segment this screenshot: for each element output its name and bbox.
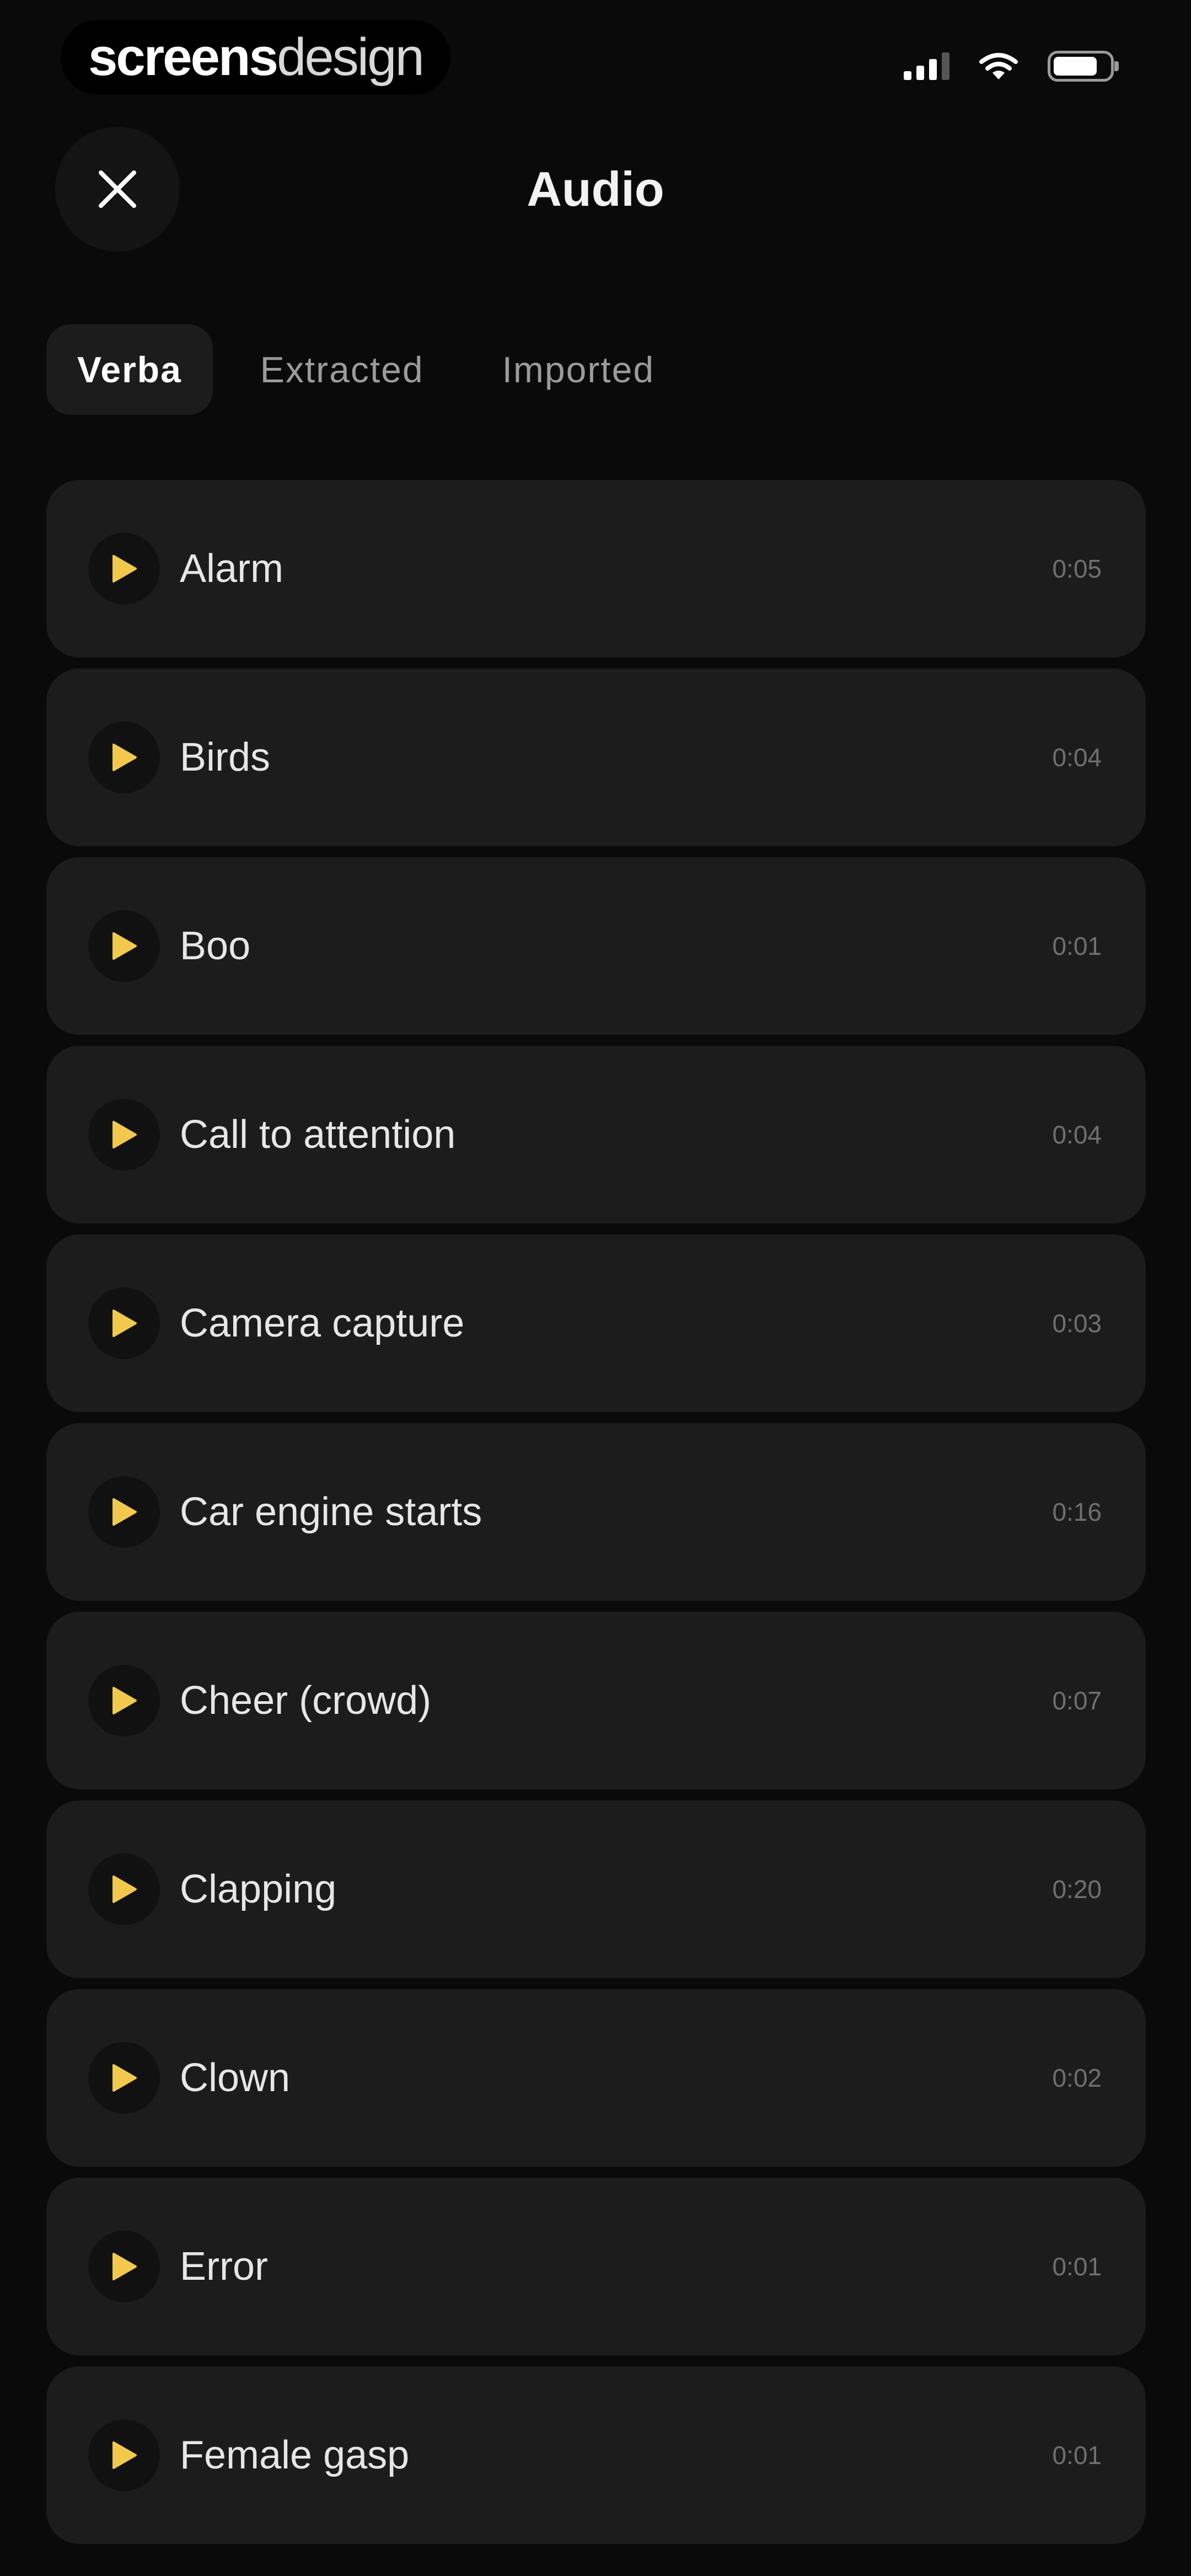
brand-logo: screens design: [61, 20, 450, 95]
brand-logo-light: design: [276, 28, 425, 87]
play-icon: [112, 1498, 137, 1526]
audio-item-name: Clown: [180, 2056, 291, 2100]
tab-imported[interactable]: Imported: [471, 324, 685, 415]
audio-item-name: Car engine starts: [180, 1490, 482, 1534]
audio-item-cheer-crowd[interactable]: Cheer (crowd) 0:07: [46, 1612, 1146, 1789]
audio-item-camera-capture[interactable]: Camera capture 0:03: [46, 1234, 1146, 1412]
audio-item-duration: 0:07: [1052, 1686, 1102, 1715]
play-icon: [112, 744, 137, 771]
wifi-icon: [979, 53, 1018, 79]
audio-item-duration: 0:02: [1052, 2064, 1102, 2092]
audio-item-duration: 0:01: [1052, 2441, 1102, 2470]
play-button[interactable]: [88, 722, 160, 793]
tab-extracted[interactable]: Extracted: [229, 324, 455, 415]
play-icon: [112, 1121, 137, 1148]
play-button[interactable]: [88, 1287, 160, 1359]
audio-item-name: Clapping: [180, 1867, 337, 1911]
play-button[interactable]: [88, 2231, 160, 2302]
play-button[interactable]: [88, 1476, 160, 1548]
play-icon: [112, 1310, 137, 1337]
cellular-signal-icon: [904, 52, 949, 80]
audio-item-name: Cheer (crowd): [180, 1679, 432, 1723]
audio-item-duration: 0:04: [1052, 743, 1102, 772]
audio-item-car-engine-starts[interactable]: Car engine starts 0:16: [46, 1423, 1146, 1601]
play-button[interactable]: [88, 533, 160, 605]
audio-item-birds[interactable]: Birds 0:04: [46, 669, 1146, 846]
audio-item-duration: 0:16: [1052, 1498, 1102, 1526]
play-icon: [112, 932, 137, 960]
status-bar: screens design: [0, 0, 1191, 116]
brand-logo-bold: screens: [88, 28, 278, 87]
page-title: Audio: [527, 162, 664, 216]
audio-item-duration: 0:03: [1052, 1309, 1102, 1338]
audio-item-boo[interactable]: Boo 0:01: [46, 857, 1146, 1035]
audio-item-name: Camera capture: [180, 1301, 465, 1345]
audio-item-call-to-attention[interactable]: Call to attention 0:04: [46, 1046, 1146, 1223]
audio-item-duration: 0:05: [1052, 554, 1102, 583]
play-button[interactable]: [88, 1853, 160, 1925]
play-icon: [112, 555, 137, 582]
play-icon: [112, 1687, 137, 1714]
tab-verba[interactable]: Verba: [46, 324, 213, 415]
audio-item-name: Call to attention: [180, 1113, 456, 1157]
play-icon: [112, 2064, 137, 2092]
audio-item-clown[interactable]: Clown 0:02: [46, 1989, 1146, 2167]
audio-item-duration: 0:04: [1052, 1120, 1102, 1149]
play-icon: [112, 2441, 137, 2469]
audio-item-female-gasp[interactable]: Female gasp 0:01: [46, 2366, 1146, 2544]
play-button[interactable]: [88, 1099, 160, 1171]
audio-item-duration: 0:01: [1052, 932, 1102, 960]
tab-bar: Verba Extracted Imported: [46, 324, 685, 415]
status-icons: [904, 51, 1119, 82]
play-icon: [112, 2253, 137, 2280]
audio-item-error[interactable]: Error 0:01: [46, 2178, 1146, 2355]
audio-item-duration: 0:01: [1052, 2252, 1102, 2281]
play-button[interactable]: [88, 1665, 160, 1736]
audio-item-alarm[interactable]: Alarm 0:05: [46, 480, 1146, 658]
audio-list: Alarm 0:05 Birds 0:04 Boo 0:01 Call to a…: [46, 480, 1146, 2555]
audio-item-name: Birds: [180, 735, 271, 779]
play-button[interactable]: [88, 2042, 160, 2114]
audio-item-name: Error: [180, 2244, 268, 2289]
audio-item-name: Alarm: [180, 547, 284, 591]
audio-item-name: Boo: [180, 924, 251, 968]
nav-bar: Audio: [0, 127, 1191, 259]
battery-icon: [1048, 51, 1119, 82]
play-button[interactable]: [88, 2419, 160, 2491]
audio-item-name: Female gasp: [180, 2433, 410, 2477]
audio-item-duration: 0:20: [1052, 1875, 1102, 1904]
audio-item-clapping[interactable]: Clapping 0:20: [46, 1800, 1146, 1978]
play-icon: [112, 1875, 137, 1903]
play-button[interactable]: [88, 910, 160, 982]
